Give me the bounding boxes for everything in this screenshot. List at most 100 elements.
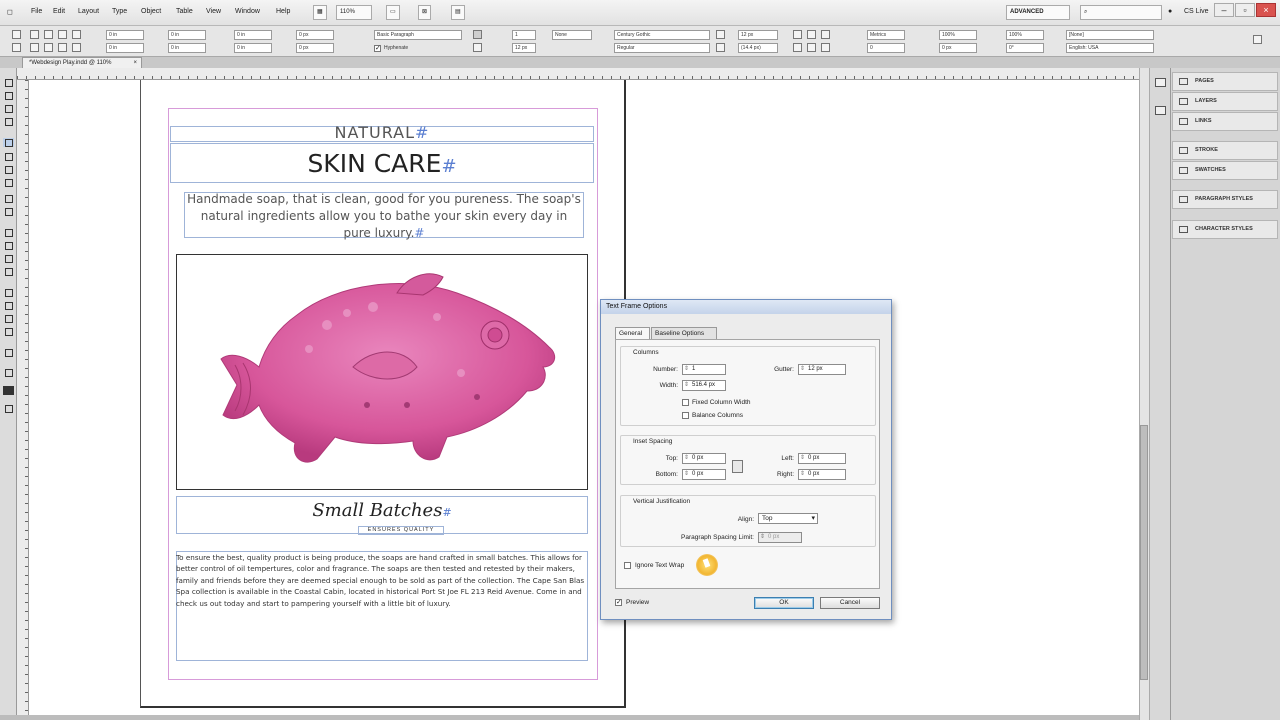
first-line-indent-field[interactable]: 0 in xyxy=(106,43,144,53)
bridge-icon[interactable]: ▦ xyxy=(313,5,327,20)
leading-field[interactable]: (14.4 px) xyxy=(738,43,778,53)
screen-mode-icon[interactable]: ⊠ xyxy=(418,5,432,20)
justify-center-icon[interactable] xyxy=(44,43,53,52)
drop-cap-lines-field[interactable]: 0 px xyxy=(296,30,334,40)
eyedropper-tool-icon[interactable] xyxy=(3,301,14,310)
align-right-icon[interactable] xyxy=(58,30,67,39)
menu-view[interactable]: View xyxy=(206,8,221,15)
cs-live-label[interactable]: CS Live xyxy=(1184,8,1209,15)
subscript-icon[interactable] xyxy=(821,43,830,52)
pen-tool-icon[interactable] xyxy=(3,165,14,174)
fill-stroke-icon[interactable] xyxy=(3,348,14,357)
preview-checkbox[interactable] xyxy=(615,598,622,606)
justify-all-icon[interactable] xyxy=(58,43,67,52)
columns-field[interactable]: 1 xyxy=(512,30,536,40)
align-center-icon[interactable] xyxy=(44,30,53,39)
para-format-icon[interactable] xyxy=(12,43,21,52)
zoom-tool-icon[interactable] xyxy=(3,327,14,336)
arrange-documents-icon[interactable]: ▤ xyxy=(451,5,465,20)
align-select[interactable]: Top xyxy=(758,513,818,524)
cs-live-icon[interactable]: ● xyxy=(1168,8,1172,15)
tracking-field[interactable]: 0 xyxy=(867,43,905,53)
kerning-select[interactable]: Metrics xyxy=(867,30,905,40)
vertical-scrollbar-thumb[interactable] xyxy=(1140,425,1148,680)
line-tool-icon[interactable] xyxy=(3,152,14,161)
panel-pages[interactable]: PAGES xyxy=(1172,72,1278,91)
screen-mode-tool-icon[interactable] xyxy=(3,404,14,413)
search-help-field[interactable]: ⌕ xyxy=(1080,5,1162,20)
drop-cap-chars-field[interactable]: 0 px xyxy=(296,43,334,53)
gradient-tool-icon[interactable] xyxy=(3,254,14,263)
normal-mode-icon[interactable] xyxy=(3,386,14,395)
dialog-title[interactable]: Text Frame Options xyxy=(601,300,891,314)
ok-button[interactable]: OK xyxy=(754,597,814,609)
gradient-feather-tool-icon[interactable] xyxy=(3,267,14,276)
left-indent-field[interactable]: 0 in xyxy=(106,30,144,40)
last-line-indent-field[interactable]: 0 in xyxy=(168,43,206,53)
baseline-shift-field[interactable]: 0 px xyxy=(939,43,977,53)
right-indent-field[interactable]: 0 in xyxy=(168,30,206,40)
minimize-button[interactable]: – xyxy=(1214,3,1234,17)
character-style-select[interactable]: [None] xyxy=(1066,30,1154,40)
type-tool-icon[interactable] xyxy=(3,138,14,147)
space-after-field[interactable]: 0 in xyxy=(234,43,272,53)
char-format-icon[interactable] xyxy=(12,30,21,39)
workspace-switcher[interactable]: ADVANCED xyxy=(1006,5,1070,20)
panel-menu-icon[interactable] xyxy=(1253,35,1262,44)
baseline-grid-icon[interactable] xyxy=(473,43,482,52)
hand-tool-icon[interactable] xyxy=(3,314,14,323)
horizontal-ruler[interactable] xyxy=(17,68,1139,80)
direct-selection-tool-icon[interactable] xyxy=(3,91,14,100)
panel-stroke[interactable]: STROKE xyxy=(1172,141,1278,160)
chain-link-icon[interactable] xyxy=(732,460,743,473)
small-caps-icon[interactable] xyxy=(807,30,816,39)
menu-object[interactable]: Object xyxy=(141,8,161,15)
fixed-column-width-checkbox[interactable] xyxy=(682,399,689,406)
panel-links[interactable]: LINKS xyxy=(1172,112,1278,131)
justify-left-icon[interactable] xyxy=(30,43,39,52)
horizontal-scale-field[interactable]: 100% xyxy=(1006,30,1044,40)
font-family-select[interactable]: Century Gothic xyxy=(614,30,710,40)
align-left-icon[interactable] xyxy=(30,30,39,39)
bottom-field[interactable]: 0 px xyxy=(682,469,726,480)
left-field[interactable]: 0 px xyxy=(798,453,846,464)
hyphenate-checkbox[interactable] xyxy=(374,44,381,52)
scissors-tool-icon[interactable] xyxy=(3,228,14,237)
align-spine-icon[interactable] xyxy=(72,43,81,52)
menu-table[interactable]: Table xyxy=(176,8,193,15)
close-tab-icon[interactable]: × xyxy=(133,58,137,68)
panel-paragraph-styles[interactable]: PARAGRAPH STYLES xyxy=(1172,190,1278,209)
menu-help[interactable]: Help xyxy=(276,8,290,15)
rectangle-frame-tool-icon[interactable] xyxy=(3,194,14,203)
ignore-text-wrap-checkbox[interactable] xyxy=(624,562,631,569)
top-field[interactable]: 0 px xyxy=(682,453,726,464)
all-caps-icon[interactable] xyxy=(793,30,802,39)
panel-swatches[interactable]: SWATCHES xyxy=(1172,161,1278,180)
align-justify-icon[interactable] xyxy=(72,30,81,39)
right-field[interactable]: 0 px xyxy=(798,469,846,480)
balance-columns-checkbox[interactable] xyxy=(682,412,689,419)
strikethrough-icon[interactable] xyxy=(807,43,816,52)
pencil-tool-icon[interactable] xyxy=(3,178,14,187)
underline-icon[interactable] xyxy=(793,43,802,52)
free-transform-tool-icon[interactable] xyxy=(3,241,14,250)
vertical-ruler[interactable] xyxy=(17,80,29,720)
swatch-select[interactable]: None xyxy=(552,30,592,40)
menu-file[interactable]: File xyxy=(31,8,42,15)
view-options-icon[interactable]: ▭ xyxy=(386,5,400,20)
app-logo-icon[interactable]: ◻ xyxy=(7,8,13,16)
menu-layout[interactable]: Layout xyxy=(78,8,99,15)
number-field[interactable]: 1 xyxy=(682,364,726,375)
cancel-button[interactable]: Cancel xyxy=(820,597,880,609)
gap-tool-icon[interactable] xyxy=(3,117,14,126)
font-style-select[interactable]: Regular xyxy=(614,43,710,53)
menu-type[interactable]: Type xyxy=(112,8,127,15)
panel-layers[interactable]: LAYERS xyxy=(1172,92,1278,111)
vertical-scale-field[interactable]: 100% xyxy=(939,30,977,40)
soap-image-frame[interactable] xyxy=(176,254,588,490)
font-size-field[interactable]: 12 px xyxy=(738,30,778,40)
panel-character-styles[interactable]: CHARACTER STYLES xyxy=(1172,220,1278,239)
language-select[interactable]: English: USA xyxy=(1066,43,1154,53)
menu-window[interactable]: Window xyxy=(235,8,260,15)
zoom-select[interactable]: 110% xyxy=(336,5,372,20)
